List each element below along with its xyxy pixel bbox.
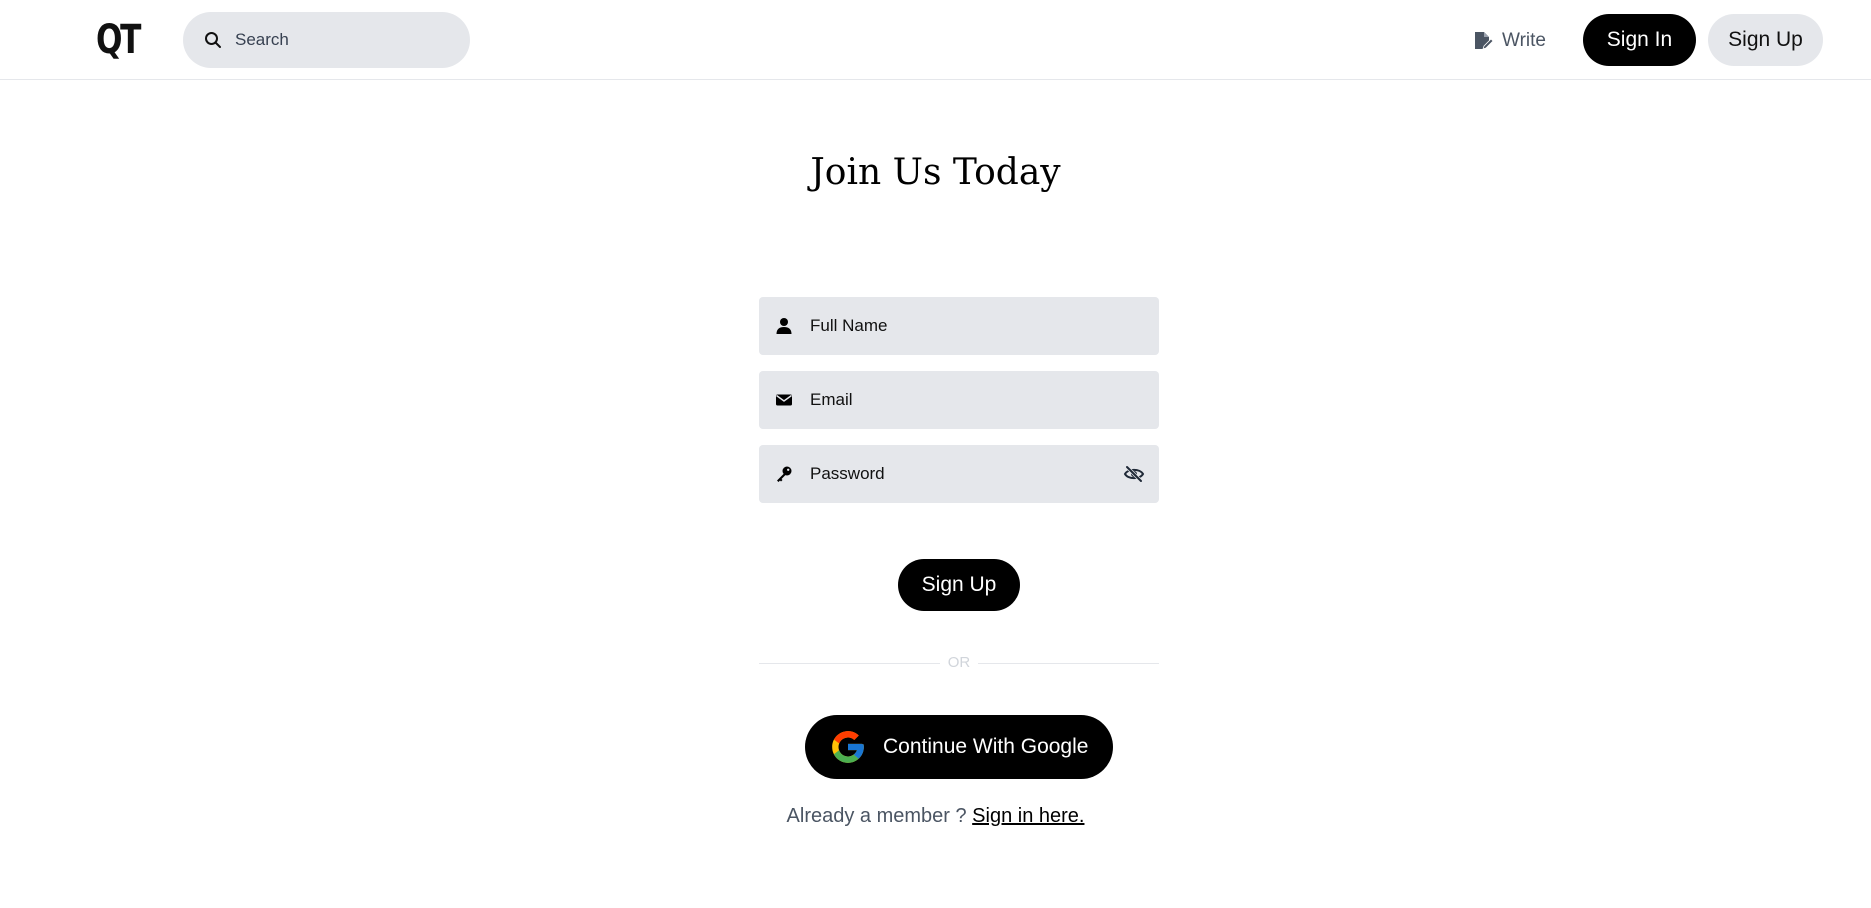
continue-with-google-button[interactable]: Continue With Google <box>805 715 1113 779</box>
email-input[interactable] <box>808 389 1108 411</box>
divider-left <box>759 663 940 664</box>
key-icon <box>775 465 793 483</box>
member-prompt-text: Already a member ? <box>786 805 967 827</box>
write-link[interactable]: Write <box>1472 26 1546 56</box>
sign-up-submit-button[interactable]: Sign Up <box>898 559 1020 611</box>
search-bar[interactable] <box>183 12 470 68</box>
site-logo[interactable]: QT <box>96 18 141 62</box>
edit-document-icon <box>1472 30 1494 52</box>
email-field[interactable] <box>759 371 1159 429</box>
search-input[interactable] <box>233 29 453 51</box>
google-logo-icon <box>829 728 867 766</box>
page-title: Join Us Today <box>810 152 1061 193</box>
password-input[interactable] <box>808 463 1108 485</box>
full-name-field[interactable] <box>759 297 1159 355</box>
full-name-input[interactable] <box>808 315 1108 337</box>
write-label: Write <box>1502 30 1546 51</box>
top-navbar: QT Write Sign In Sign Up <box>0 0 1871 80</box>
eye-slash-icon[interactable] <box>1123 463 1145 485</box>
search-icon <box>203 30 223 50</box>
sign-in-button[interactable]: Sign In <box>1583 14 1696 66</box>
sign-in-here-link[interactable]: Sign in here. <box>972 805 1084 827</box>
divider-right <box>978 663 1159 664</box>
sign-up-button[interactable]: Sign Up <box>1708 14 1823 66</box>
or-divider-text: OR <box>947 654 971 671</box>
envelope-icon <box>775 391 793 409</box>
member-prompt: Already a member ? Sign in here. <box>0 805 1871 828</box>
google-button-label: Continue With Google <box>883 735 1089 758</box>
password-field[interactable] <box>759 445 1159 503</box>
user-icon <box>775 317 793 335</box>
